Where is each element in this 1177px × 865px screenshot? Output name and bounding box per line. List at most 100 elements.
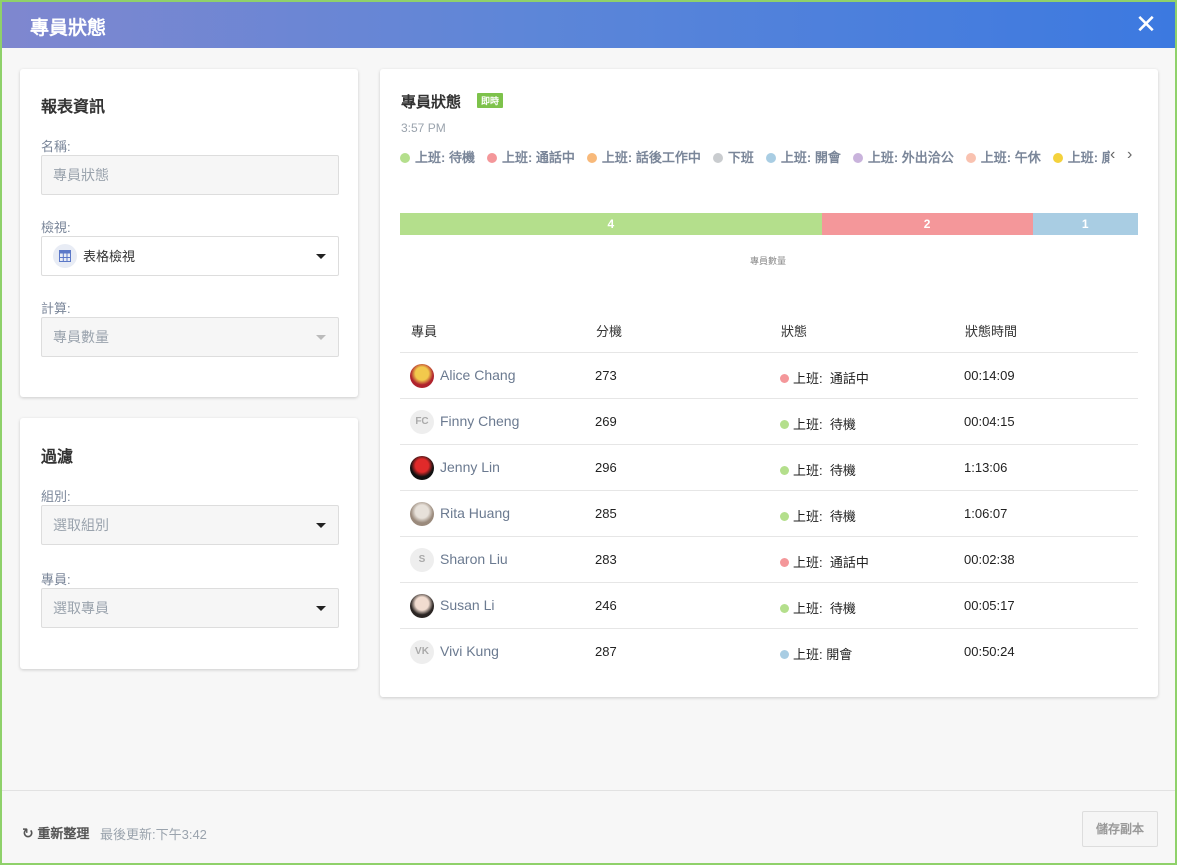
legend-label: 上班: 話後工作中: [601, 150, 701, 165]
status-dot: [780, 512, 789, 521]
refresh-label: 重新整理: [37, 826, 90, 841]
report-info-card: 報表資訊 名稱: 專員狀態 檢視: 表格檢視 計算: 專員數量: [20, 69, 358, 397]
legend-next-icon[interactable]: ›: [1127, 146, 1132, 164]
status-cell: 上班: 待機: [780, 506, 856, 525]
calc-select-value: 專員數量: [53, 329, 109, 345]
table-row[interactable]: Susan Li 246 上班: 待機 00:05:17: [400, 582, 1138, 628]
agent-name[interactable]: Vivi Kung: [440, 643, 499, 659]
report-info-title: 報表資訊: [41, 99, 106, 116]
avatar-initials: S: [410, 548, 434, 572]
legend-label: 上班: 午休: [980, 150, 1041, 165]
status-label: 上班: 待機: [793, 463, 856, 478]
agent-select-placeholder: 選取專員: [53, 600, 109, 616]
report-time: 3:57 PM: [401, 121, 446, 135]
view-label: 檢視:: [41, 220, 71, 235]
status-time-cell: 00:02:38: [964, 552, 1015, 567]
chart-legend: 上班: 待機 上班: 通話中 上班: 話後工作中 下班 上班: 開會 上班: 外出洽公 上班…: [400, 147, 1110, 167]
table-row[interactable]: FC Finny Cheng 269 上班: 待機 00:04:15: [400, 398, 1138, 444]
legend-item[interactable]: 下班: [712, 147, 754, 166]
legend-item[interactable]: 上班: 話後工作中: [586, 147, 701, 166]
status-cell: 上班: 通話中: [780, 368, 869, 387]
status-label: 上班: 開會: [793, 647, 853, 662]
agent-select[interactable]: 選取專員: [41, 588, 339, 628]
footer: ↻ 重新整理 最後更新:下午3:42 儲存副本: [2, 790, 1175, 863]
legend-prev-icon[interactable]: ‹: [1110, 146, 1115, 164]
name-input[interactable]: 專員狀態: [41, 155, 339, 195]
agent-status-card: 專員狀態 即時 3:57 PM 上班: 待機 上班: 通話中 上班: 話後工作中 下班…: [380, 69, 1158, 697]
avatar: [410, 456, 434, 480]
avatar: [410, 594, 434, 618]
col-header-status-time: 狀態時間: [965, 324, 1018, 339]
table-row[interactable]: VK Vivi Kung 287 上班: 開會 00:50:24: [400, 628, 1138, 674]
legend-swatch: [486, 153, 497, 163]
status-dot: [780, 374, 789, 383]
status-time-cell: 1:13:06: [964, 460, 1008, 475]
view-select[interactable]: 表格檢視: [41, 236, 339, 276]
legend-item[interactable]: 上班: 外出洽公: [852, 147, 954, 166]
save-copy-button[interactable]: 儲存副本: [1082, 811, 1158, 847]
chart-x-label: 專員數量: [750, 256, 787, 266]
group-select[interactable]: 選取組別: [41, 505, 339, 545]
legend-item[interactable]: 上班: 廁所: [1052, 147, 1110, 166]
avatar: [410, 502, 434, 526]
agent-label: 專員:: [41, 572, 71, 587]
table-row[interactable]: Jenny Lin 296 上班: 待機 1:13:06: [400, 444, 1138, 490]
col-header-extension: 分機: [596, 324, 623, 339]
dialog-title: 專員狀態: [30, 18, 107, 39]
status-label: 上班: 通話中: [793, 555, 869, 570]
status-dot: [780, 558, 789, 567]
refresh-button[interactable]: ↻ 重新整理: [22, 823, 89, 842]
legend-item[interactable]: 上班: 開會: [765, 147, 841, 166]
avatar-initials: FC: [410, 410, 434, 434]
agent-name[interactable]: Finny Cheng: [440, 413, 519, 429]
agent-name[interactable]: Alice Chang: [440, 367, 516, 383]
chevron-down-icon: [316, 523, 326, 528]
agent-name[interactable]: Jenny Lin: [440, 459, 500, 475]
legend-item[interactable]: 上班: 通話中: [486, 147, 575, 166]
extension-cell: 246: [595, 598, 617, 613]
legend-item[interactable]: 上班: 午休: [965, 147, 1041, 166]
status-cell: 上班: 待機: [780, 414, 856, 433]
extension-cell: 269: [595, 414, 617, 429]
chevron-down-icon: [316, 606, 326, 611]
group-label: 組別:: [41, 489, 71, 504]
extension-cell: 296: [595, 460, 617, 475]
status-time-cell: 00:04:15: [964, 414, 1015, 429]
legend-swatch: [965, 153, 976, 163]
agent-name[interactable]: Susan Li: [440, 597, 494, 613]
legend-item[interactable]: 上班: 待機: [400, 147, 475, 166]
bar-segment[interactable]: 2: [821, 213, 1033, 235]
extension-cell: 283: [595, 552, 617, 567]
legend-label: 上班: 待機: [415, 150, 475, 165]
realtime-badge: 即時: [477, 93, 504, 108]
table-row[interactable]: S Sharon Liu 283 上班: 通話中 00:02:38: [400, 536, 1138, 582]
legend-swatch: [586, 153, 597, 163]
bar-segment[interactable]: 1: [1032, 213, 1138, 235]
bar-segment[interactable]: 4: [400, 213, 822, 235]
filter-card: 過濾 組別: 選取組別 專員: 選取專員: [20, 418, 358, 669]
table-row[interactable]: Alice Chang 273 上班: 通話中 00:14:09: [400, 352, 1138, 398]
legend-label: 上班: 廁所: [1067, 150, 1110, 165]
status-cell: 上班: 開會: [780, 644, 852, 663]
status-time-cell: 00:14:09: [964, 368, 1015, 383]
close-icon[interactable]: ✕: [1132, 10, 1160, 38]
table-row[interactable]: Rita Huang 285 上班: 待機 1:06:07: [400, 490, 1138, 536]
calc-select[interactable]: 專員數量: [41, 317, 339, 357]
chevron-down-icon: [316, 335, 326, 340]
name-label: 名稱:: [41, 139, 71, 154]
legend-swatch: [1052, 153, 1063, 163]
dialog: 專員狀態 ✕ 報表資訊 名稱: 專員狀態 檢視: 表格檢視 計算: 專員數量 過…: [0, 0, 1177, 865]
status-dot: [780, 420, 789, 429]
extension-cell: 273: [595, 368, 617, 383]
status-time-cell: 00:05:17: [964, 598, 1015, 613]
legend-swatch: [712, 153, 723, 163]
status-cell: 上班: 通話中: [780, 552, 869, 571]
agent-name[interactable]: Sharon Liu: [440, 551, 508, 567]
calc-label: 計算:: [41, 301, 71, 316]
name-input-placeholder: 專員狀態: [53, 167, 109, 183]
legend-label: 上班: 通話中: [501, 150, 575, 165]
avatar: [410, 364, 434, 388]
agent-name[interactable]: Rita Huang: [440, 505, 510, 521]
refresh-icon: ↻: [22, 825, 34, 841]
title-bar: 專員狀態 ✕: [2, 2, 1175, 48]
